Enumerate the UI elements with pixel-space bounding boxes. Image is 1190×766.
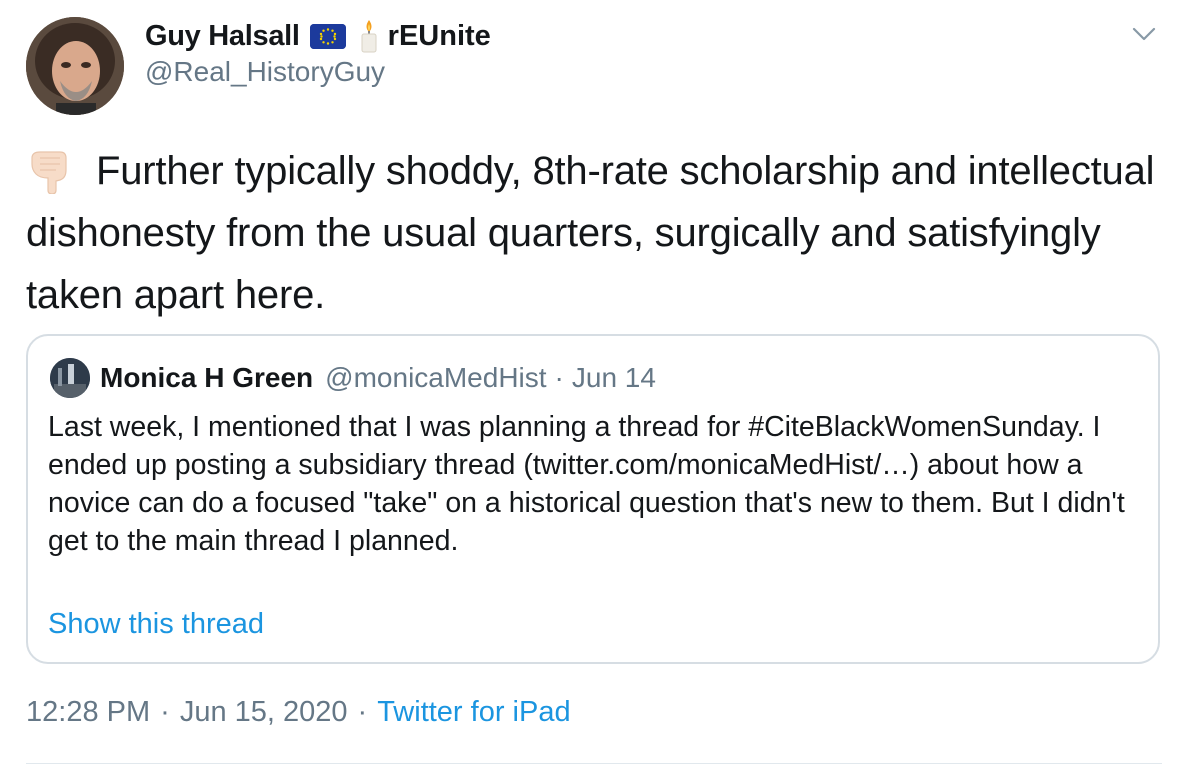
candle-icon (358, 19, 380, 53)
eu-flag-icon (309, 23, 346, 49)
author-handle[interactable]: @Real_HistoryGuy (145, 56, 385, 88)
author-display-name[interactable]: Guy Halsall (145, 20, 300, 53)
tweet-text: Further typically shoddy, 8th-rate schol… (26, 140, 1166, 326)
author-name-row[interactable]: Guy Halsall rEUnite (145, 18, 491, 54)
quoted-date: Jun 14 (571, 362, 656, 393)
quoted-author-avatar (50, 358, 90, 398)
quoted-author-name: Monica H Green (100, 362, 314, 393)
show-thread-link[interactable]: Show this thread (48, 608, 264, 641)
chevron-down-icon (1132, 27, 1156, 41)
author-avatar[interactable] (26, 17, 124, 115)
tweet-source-link[interactable]: Twitter for iPad (377, 696, 570, 729)
quoted-tweet-text: Last week, I mentioned that I was planni… (48, 411, 1125, 557)
backhand-index-pointing-down-icon (26, 148, 78, 195)
footer-separator: · (160, 696, 170, 728)
quoted-tweet-header: Monica H Green @monicaMedHist · Jun 14 (50, 358, 656, 398)
quoted-tweet-card[interactable]: Monica H Green @monicaMedHist · Jun 14 L… (26, 334, 1160, 664)
tweet-time[interactable]: 12:28 PM (26, 696, 150, 729)
divider (26, 763, 1162, 764)
quoted-author-handle: @monicaMedHist (325, 362, 547, 393)
footer-separator: · (357, 696, 368, 728)
tweet-date[interactable]: Jun 15, 2020 (180, 696, 348, 729)
quoted-separator: · (554, 362, 564, 393)
more-options-button[interactable] (1128, 20, 1160, 48)
tweet: Guy Halsall rEUnite @Real_HistoryGuy Fur… (0, 0, 1190, 766)
author-name-suffix[interactable]: rEUnite (388, 20, 491, 53)
tweet-body: Further typically shoddy, 8th-rate schol… (26, 149, 1155, 317)
tweet-footer: 12:28 PM · Jun 15, 2020 · Twitter for iP… (26, 696, 571, 729)
